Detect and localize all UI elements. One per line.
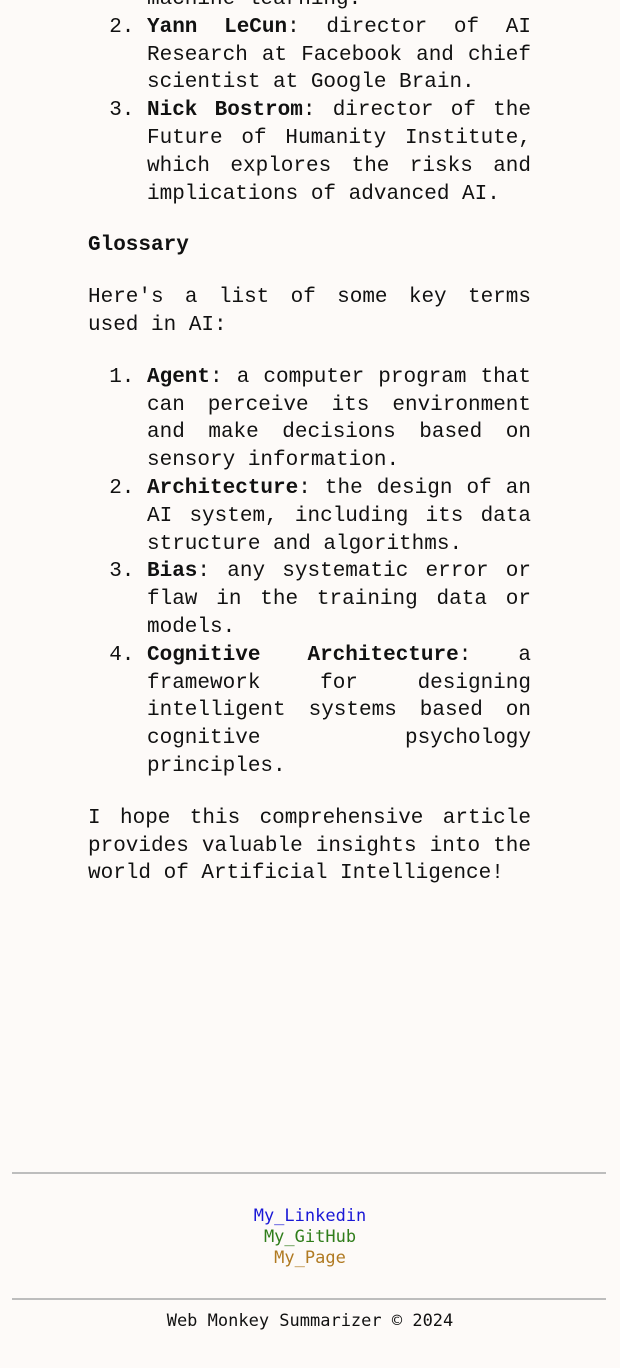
glossary-heading: Glossary	[88, 234, 189, 258]
glossary-intro: Here's a list of some key terms used in …	[88, 286, 531, 337]
footer-divider-bottom	[12, 1298, 606, 1300]
list-item-text: any systematic error or flaw in the trai…	[147, 560, 531, 639]
copyright-text: Web Monkey Summarizer © 2024	[166, 1311, 454, 1331]
linkedin-link[interactable]: My_Linkedin	[0, 1206, 620, 1227]
footer-divider-top	[12, 1172, 606, 1174]
list-item: Yann LeCun: director of AI Research at F…	[147, 14, 531, 97]
list-item: Bias: any systematic error or flaw in th…	[147, 558, 531, 641]
closing-paragraph: I hope this comprehensive article provid…	[88, 806, 531, 886]
list-item-term: Bias	[147, 560, 198, 584]
list-item: Cognitive Architecture: a framework for …	[147, 642, 531, 781]
footer-links: My_Linkedin My_GitHub My_Page	[0, 1206, 620, 1269]
list-item: Nick Bostrom: director of the Future of …	[147, 97, 531, 208]
people-list: Yann LeCun: director of AI Research at F…	[88, 14, 531, 209]
list-item-term: Yann LeCun	[147, 15, 288, 39]
page-link[interactable]: My_Page	[0, 1248, 620, 1269]
article-body: machine learning. Yann LeCun: director o…	[88, 0, 531, 888]
github-link[interactable]: My_GitHub	[0, 1227, 620, 1248]
people-list-tail: machine learning.	[88, 0, 531, 14]
list-item-term: Architecture	[147, 476, 299, 500]
list-item-term: Cognitive Architecture	[147, 643, 459, 667]
glossary-list: Agent: a computer program that can perce…	[88, 364, 531, 781]
list-item-term: Agent	[147, 365, 211, 389]
list-item: Architecture: the design of an AI system…	[147, 475, 531, 558]
list-item: Agent: a computer program that can perce…	[147, 364, 531, 475]
list-item-term: Nick Bostrom	[147, 99, 303, 123]
